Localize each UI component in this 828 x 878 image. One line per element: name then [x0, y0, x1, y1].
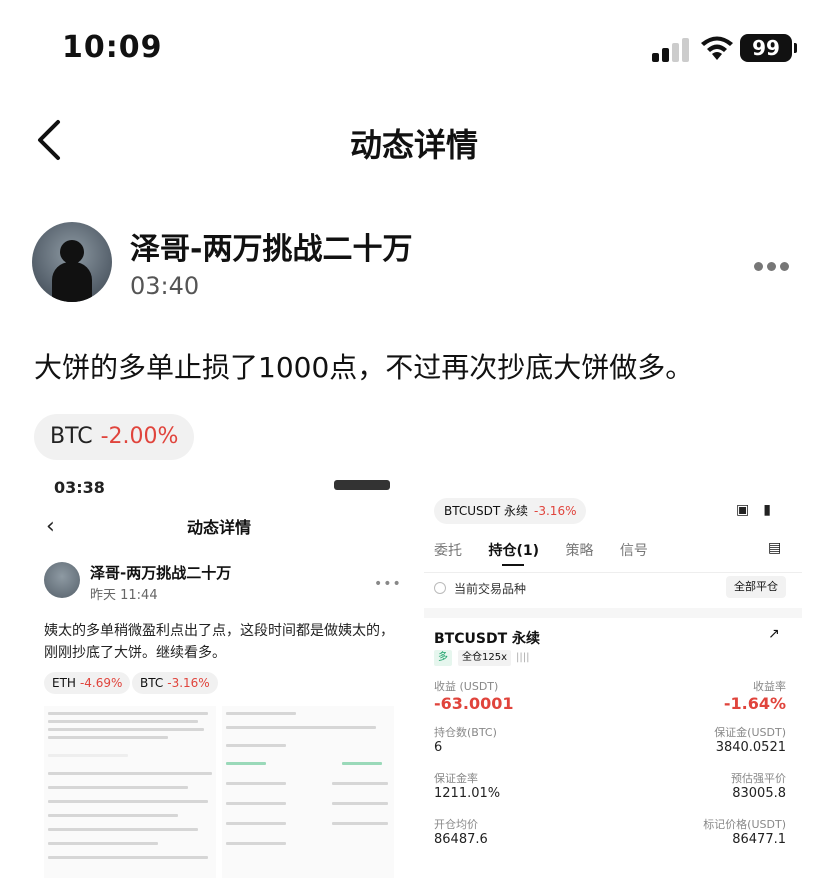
embedded-entry-value: 86487.6: [434, 832, 488, 847]
embedded-margin-ratio-label: 保证金率: [434, 772, 478, 785]
embedded-share-icon: ↗: [768, 626, 780, 642]
embedded-tabs: 委托 持仓(1) 策略 信号: [434, 540, 670, 560]
embedded-entry-label: 开仓均价: [434, 818, 478, 831]
post-image-right[interactable]: BTCUSDT 永续 -3.16% ▣▮ 委托 持仓(1) 策略 信号 ▤ 当前交…: [424, 478, 802, 878]
embedded-margin-label: 保证金(USDT): [714, 726, 786, 739]
coin-tag-symbol: BTC: [50, 424, 93, 449]
embedded-tag-btc-symbol: BTC: [140, 676, 164, 690]
embedded-tab-signals: 信号: [619, 543, 648, 559]
embedded-doc-icon: ▤: [768, 540, 782, 556]
embedded-status-icons: [334, 480, 390, 490]
embedded-position-symbol: BTCUSDT 永续: [434, 631, 540, 647]
embedded-username: 泽哥-两万挑战二十万: [90, 564, 232, 582]
embedded-tab-strategy: 策略: [565, 543, 594, 559]
embedded-toolbar-icons: ▣▮: [736, 502, 785, 518]
embedded-tag-eth: ETH -4.69%: [44, 672, 131, 694]
embedded-mark-value: 86477.1: [732, 832, 786, 847]
embedded-pair-change: -3.16%: [534, 504, 577, 518]
embedded-status-time: 03:38: [54, 478, 105, 497]
embedded-pair-name: BTCUSDT 永续: [444, 504, 529, 518]
embedded-section-separator: [424, 608, 802, 618]
avatar[interactable]: [32, 222, 112, 302]
embedded-avatar: [44, 562, 80, 598]
post-text: 大饼的多单止损了1000点，不过再次抄底大饼做多。: [34, 351, 694, 384]
embedded-pnl-label: 收益 (USDT): [434, 680, 499, 693]
embedded-margin-value: 3840.0521: [715, 740, 786, 755]
embedded-size-label: 持仓数(BTC): [434, 726, 497, 739]
embedded-roe-value: -1.64%: [723, 694, 786, 713]
coin-tag-change: -2.00%: [100, 424, 179, 449]
embedded-liq-label: 预估强平价: [731, 772, 786, 785]
signal-icon: [652, 38, 692, 62]
embedded-pnl-value: -63.0001: [434, 694, 514, 713]
embedded-bars-icon: ||||: [516, 652, 530, 663]
more-options-icon[interactable]: [754, 256, 796, 271]
status-bar: 10:09 99: [0, 0, 828, 100]
embedded-page-title: 动态详情: [186, 518, 251, 537]
embedded-thumbnail-right: [222, 706, 394, 878]
embedded-tag-eth-change: -4.69%: [79, 676, 123, 690]
embedded-tab-underline: [502, 564, 524, 566]
embedded-post-time: 昨天 11:44: [90, 588, 158, 603]
embedded-thumbnails: [44, 706, 394, 878]
nav-bar: 动态详情: [0, 100, 828, 180]
embedded-radio-icon: [434, 582, 446, 594]
embedded-size-value: 6: [434, 740, 443, 755]
embedded-close-all-button: 全部平仓: [726, 576, 786, 598]
embedded-current-pair-label: 当前交易品种: [454, 582, 527, 596]
embedded-roe-label: 收益率: [753, 680, 786, 693]
post-time: 03:40: [130, 272, 200, 300]
embedded-tab-positions: 持仓(1): [488, 543, 539, 559]
embedded-tag-eth-symbol: ETH: [52, 676, 76, 690]
coin-tag[interactable]: BTC -2.00%: [34, 414, 195, 460]
embedded-margin-mode: 全仓125x: [458, 650, 512, 666]
post-image-left[interactable]: 03:38 ‹ 动态详情 泽哥-两万挑战二十万 昨天 11:44 ••• 姨太的…: [34, 478, 404, 878]
embedded-more-icon: •••: [374, 576, 402, 592]
embedded-side-badge: 多: [434, 650, 452, 666]
embedded-pair-pill: BTCUSDT 永续 -3.16%: [434, 498, 587, 524]
embedded-liq-value: 83005.8: [732, 786, 786, 801]
embedded-thumbnail-left: [44, 706, 216, 878]
embedded-tag-btc: BTC -3.16%: [132, 672, 218, 694]
embedded-tab-orders: 委托: [434, 543, 462, 559]
embedded-mark-label: 标记价格(USDT): [703, 818, 786, 831]
embedded-divider: [424, 572, 802, 573]
username[interactable]: 泽哥-两万挑战二十万: [130, 224, 412, 268]
embedded-margin-ratio-value: 1211.01%: [434, 786, 501, 801]
page-title: 动态详情: [349, 126, 478, 164]
wifi-icon: [701, 36, 733, 60]
battery-icon: 99: [740, 34, 797, 62]
embedded-post-text: 姨太的多单稍微盈利点出了点，这段时间都是做姨太的，刚刚抄底了大饼。继续看多。: [44, 623, 394, 661]
status-time: 10:09: [62, 30, 163, 65]
embedded-tag-btc-change: -3.16%: [167, 676, 210, 690]
